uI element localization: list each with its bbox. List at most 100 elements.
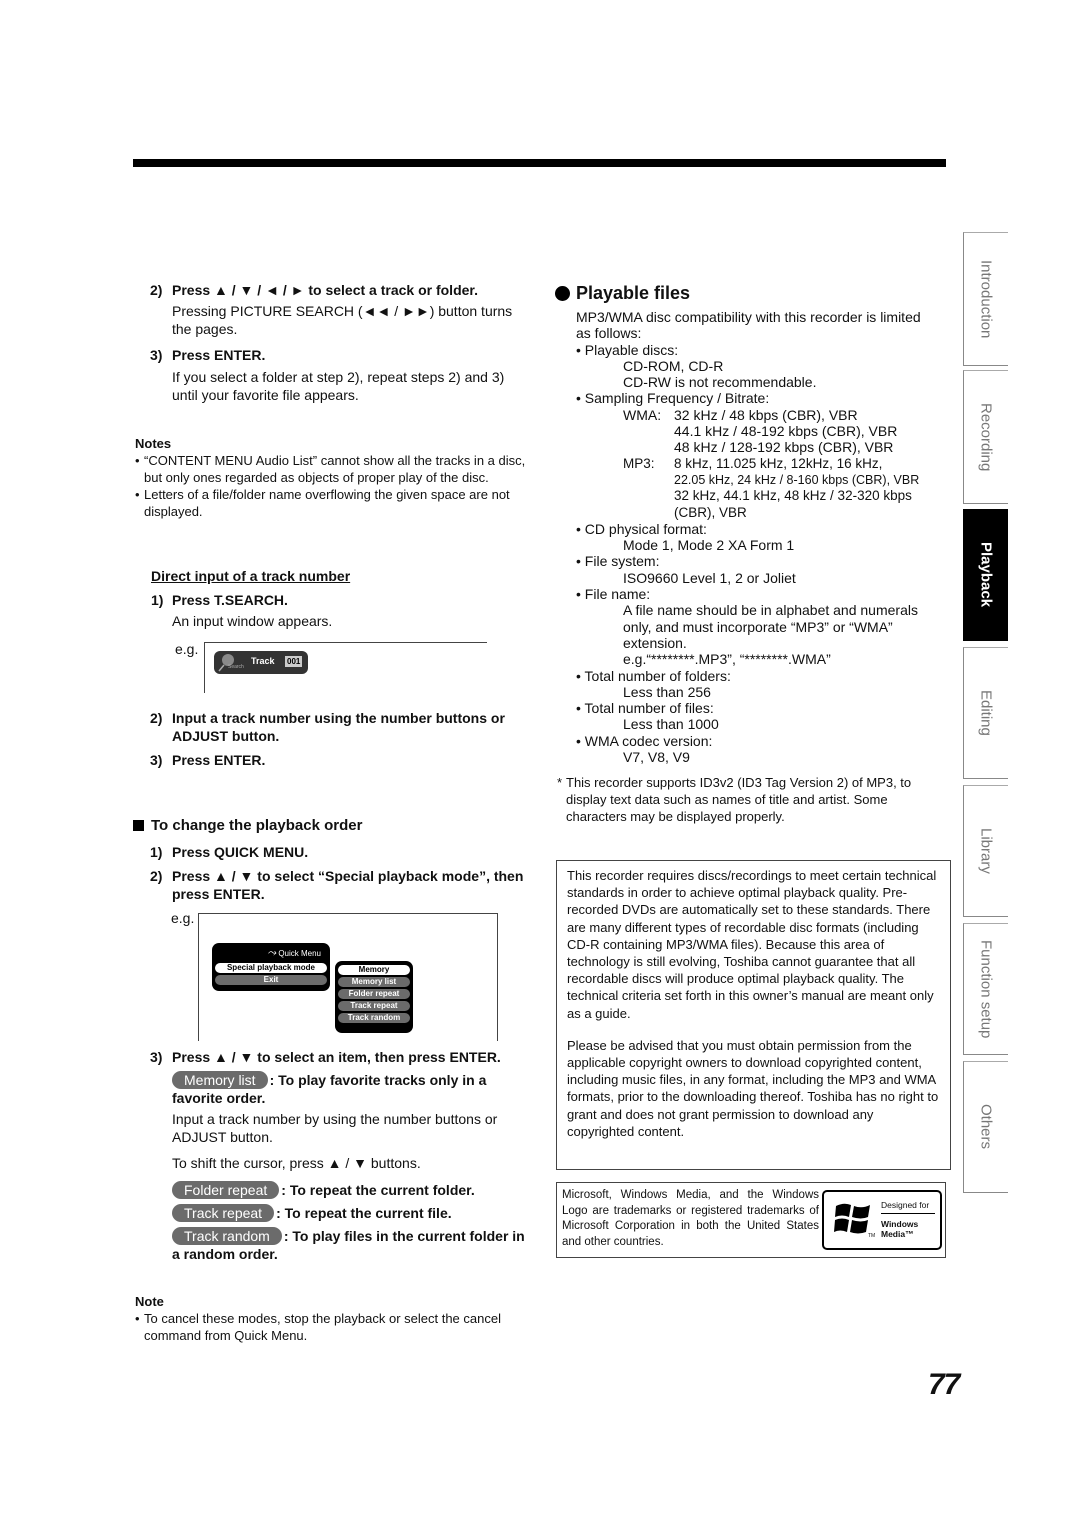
notes-section: Notes • “CONTENT MENU Audio List” cannot …: [135, 435, 530, 520]
note-text: To cancel these modes, stop the playback…: [144, 1311, 501, 1343]
tab-label: Editing: [977, 690, 995, 736]
submenu-item-track-repeat[interactable]: Track repeat: [338, 1001, 410, 1011]
quick-menu-item-special-playback[interactable]: Special playback mode: [215, 963, 327, 973]
spec-discs: • Playable discs:: [576, 341, 679, 358]
quick-menu-example-frame: ⤳ Quick Menu Special playback mode Exit …: [198, 913, 498, 1041]
direct-step-3: 3) Press ENTER.: [150, 751, 530, 769]
quality-notice: This recorder requires discs/recordings …: [567, 868, 937, 1021]
tab-library[interactable]: Library: [963, 785, 1008, 917]
quick-menu-title-row: ⤳ Quick Menu: [212, 946, 330, 961]
step-heading: Press ▲ / ▼ / ◄ / ► to select a track or…: [172, 282, 478, 298]
quick-menu-icon: ⤳: [267, 947, 277, 959]
spec-filesystem: • File system:: [576, 553, 660, 570]
search-icon-label: Search: [228, 664, 244, 670]
footnote-mark: *: [557, 775, 563, 790]
playable-files-body: MP3/WMA disc compatibility with this rec…: [576, 309, 936, 765]
track-search-osd: Search Track 001: [214, 651, 308, 674]
note-title: Note: [135, 1294, 164, 1309]
quick-menu-panel: ⤳ Quick Menu Special playback mode Exit: [212, 943, 330, 991]
step-heading: Press ENTER.: [172, 347, 266, 363]
track-number-value: 001: [285, 656, 303, 667]
step-number: 3): [150, 752, 163, 768]
submenu-item-memory-list[interactable]: Memory list: [338, 977, 410, 987]
step-heading: Press ▲ / ▼ to select “Special playback …: [172, 868, 524, 902]
windows-logo-icon: [834, 1203, 870, 1234]
tab-playback[interactable]: Playback: [963, 509, 1008, 641]
submenu-item-track-random[interactable]: Track random: [338, 1013, 410, 1023]
left-column: 2) Press ▲ / ▼ / ◄ / ► to select a track…: [150, 281, 530, 404]
step-body: An input window appears.: [172, 613, 333, 629]
memory-list-pill: Memory list: [172, 1071, 268, 1089]
header-rule: [133, 159, 946, 167]
rate-line: 48 kHz / 128-192 kbps (CBR), VBR: [674, 439, 894, 456]
special-playback-submenu: Memory Memory list Folder repeat Track r…: [335, 961, 413, 1033]
step-number: 3): [150, 347, 163, 363]
spec-value: A file name should be in alphabet and nu…: [623, 602, 918, 651]
quick-menu-title: Quick Menu: [278, 949, 321, 958]
tab-function-setup[interactable]: Function setup: [963, 923, 1008, 1055]
tab-editing[interactable]: Editing: [963, 647, 1008, 779]
track-random-pill: Track random: [172, 1227, 282, 1245]
logo-designed-for: Designed for: [881, 1200, 935, 1214]
footnote-text: This recorder supports ID3v2 (ID3 Tag Ve…: [566, 775, 912, 824]
osd-example-frame: Search Track 001: [204, 642, 487, 693]
option-desc: : To repeat the current file.: [276, 1205, 452, 1221]
spec-example: e.g.“********.MP3”, “********.WMA”: [623, 651, 831, 668]
track-repeat-pill: Track repeat: [172, 1204, 275, 1222]
intro-text: MP3/WMA disc compatibility with this rec…: [576, 309, 921, 342]
spec-value: V7, V8, V9: [623, 749, 690, 766]
order-steps: 1) Press QUICK MENU. 2) Press ▲ / ▼ to s…: [150, 843, 530, 903]
notice-box: This recorder requires discs/recordings …: [556, 860, 951, 1170]
folder-repeat-pill: Folder repeat: [172, 1181, 280, 1199]
spec-value: CD-ROM, CD-R: [623, 357, 724, 374]
quick-menu-item-exit[interactable]: Exit: [215, 975, 327, 985]
eg-label: e.g.: [171, 910, 195, 926]
spec-sampling: • Sampling Frequency / Bitrate:: [576, 390, 770, 407]
search-icon: [218, 654, 234, 672]
logo-brand-line2: Media™: [881, 1229, 914, 1239]
logo-brand-line1: Windows: [881, 1219, 919, 1229]
step-number: 2): [150, 710, 163, 726]
direct-input-section: Direct input of a track number 1) Press …: [151, 567, 531, 630]
step-number: 3): [150, 1049, 163, 1065]
order-step-3-row: 3) Press ▲ / ▼ to select an item, then p…: [150, 1048, 535, 1066]
spec-label: Total number of folders:: [584, 667, 731, 684]
playback-order-heading: To change the playback order: [133, 817, 362, 834]
order-step-2: 2) Press ▲ / ▼ to select “Special playba…: [150, 867, 530, 903]
wma-label: WMA:: [623, 406, 662, 423]
options-list: Folder repeat: To repeat the current fol…: [150, 1181, 535, 1263]
spec-value: Less than 1000: [623, 716, 719, 733]
step-heading: Press ▲ / ▼ to select an item, then pres…: [172, 1049, 501, 1065]
tab-label: Introduction: [977, 259, 995, 339]
spec-label: Total number of files:: [584, 700, 714, 717]
step-3: 3) Press ENTER. If you select a folder a…: [150, 346, 530, 404]
tab-label: Playback: [977, 542, 995, 608]
submenu-item-folder-repeat[interactable]: Folder repeat: [338, 989, 410, 999]
spec-files: • Total number of files:: [576, 700, 714, 717]
section-title: To change the playback order: [151, 817, 363, 834]
spec-folders: • Total number of folders:: [576, 667, 731, 684]
spec-codec: • WMA codec version:: [576, 732, 713, 749]
step-heading: Press T.SEARCH.: [172, 592, 288, 608]
rate-line: 22.05 kHz, 24 kHz / 8-160 kbps (CBR), VB…: [674, 472, 920, 487]
note-section: Note • To cancel these modes, stop the pl…: [135, 1293, 525, 1344]
copyright-notice: Please be advised that you must obtain p…: [567, 1037, 939, 1139]
spec-label: CD physical format:: [584, 520, 707, 537]
mp3-rates: MP3: 8 kHz, 11.025 kHz, 12kHz, 16 kHz, 2…: [576, 456, 936, 521]
tab-recording[interactable]: Recording: [963, 370, 1008, 504]
step-body: If you select a folder at step 2), repea…: [172, 369, 505, 403]
eg-label: e.g.: [175, 641, 199, 657]
tab-label: Recording: [977, 402, 995, 472]
submenu-item-memory[interactable]: Memory: [338, 965, 410, 975]
order-step-3: 3) Press ▲ / ▼ to select an item, then p…: [150, 1048, 535, 1263]
step-heading: Input a track number using the number bu…: [172, 710, 505, 744]
tab-label: Function setup: [977, 939, 995, 1039]
spec-label: WMA codec version:: [584, 732, 713, 749]
tab-others[interactable]: Others: [963, 1061, 1008, 1193]
circle-bullet-icon: [555, 286, 570, 301]
tab-label: Others: [977, 1104, 995, 1150]
page-number: 77: [928, 1368, 960, 1401]
spec-label: Playable discs:: [584, 341, 679, 358]
note-text: “CONTENT MENU Audio List” cannot show al…: [144, 453, 526, 485]
tab-introduction[interactable]: Introduction: [963, 232, 1008, 366]
